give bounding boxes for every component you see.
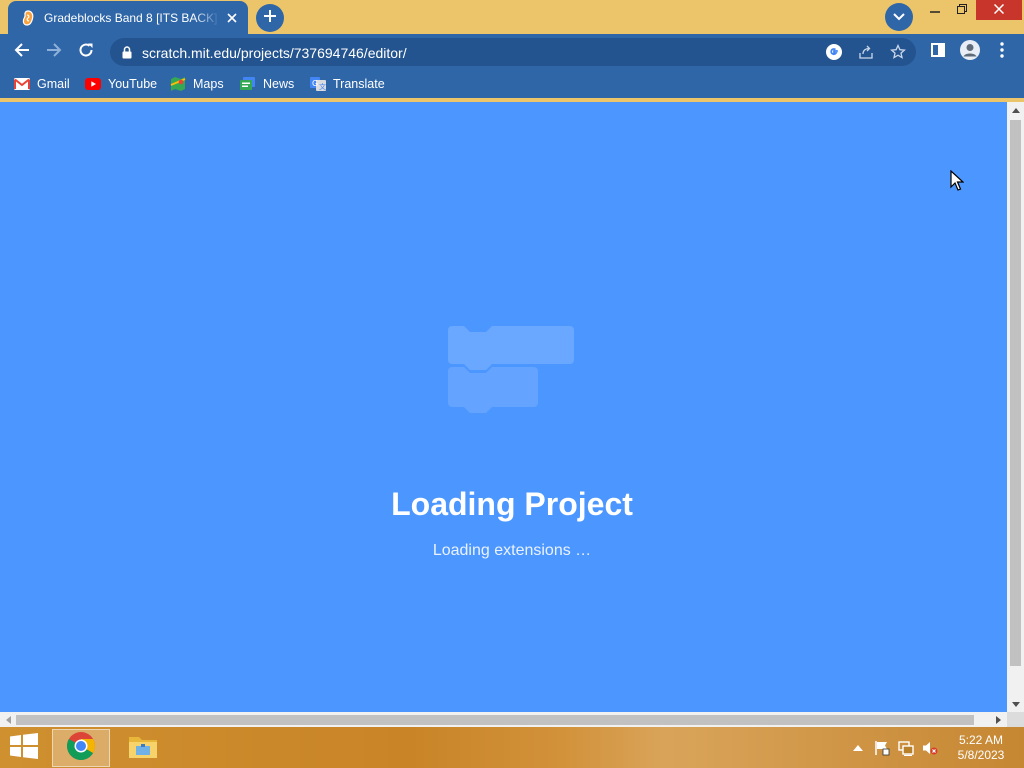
page-viewport: Loading Project Loading extensions …: [0, 102, 1007, 712]
svg-text:G: G: [312, 79, 318, 88]
forward-button[interactable]: [40, 38, 68, 66]
mouse-cursor-icon: [950, 170, 964, 191]
system-clock[interactable]: 5:22 AM 5/8/2023: [952, 733, 1010, 763]
browser-toolbar: scratch.mit.edu/projects/737694746/edito…: [0, 34, 1024, 70]
scrollbar-corner: [1007, 712, 1024, 727]
vertical-scroll-thumb[interactable]: [1010, 120, 1021, 666]
bookmark-label: Maps: [193, 77, 224, 91]
taskbar: 5:22 AM 5/8/2023: [0, 727, 1024, 768]
youtube-icon: [85, 76, 101, 92]
horizontal-scroll-thumb[interactable]: [16, 715, 974, 725]
new-tab-button[interactable]: [256, 4, 284, 32]
taskbar-chrome[interactable]: [52, 729, 110, 767]
profile-button[interactable]: [956, 38, 984, 66]
side-panel-button[interactable]: [924, 38, 952, 66]
bookmark-maps[interactable]: Maps: [170, 75, 224, 93]
bookmark-label: YouTube: [108, 77, 158, 91]
minimize-icon: [930, 1, 940, 19]
bookmarks-bar: Gmail YouTube Maps News G文 Translate: [0, 70, 1024, 98]
menu-button[interactable]: [988, 38, 1016, 66]
loading-blocks-icon: [448, 326, 574, 413]
svg-text:文: 文: [319, 82, 326, 91]
scroll-up-arrow-icon[interactable]: [1007, 102, 1024, 118]
maps-icon: [170, 76, 186, 92]
bookmark-gmail[interactable]: Gmail: [14, 75, 70, 93]
network-icon[interactable]: [898, 740, 914, 756]
bookmark-translate[interactable]: G文 Translate: [310, 75, 385, 93]
browser-tab[interactable]: Gradeblocks Band 8 [ITS BACK] on Scratch: [8, 1, 248, 34]
share-icon[interactable]: [856, 42, 876, 62]
action-center-flag-icon[interactable]: [874, 740, 890, 756]
restore-icon: [957, 1, 967, 19]
google-lens-icon[interactable]: [824, 42, 844, 62]
address-bar[interactable]: scratch.mit.edu/projects/737694746/edito…: [110, 38, 916, 66]
more-vertical-icon: [1000, 41, 1004, 63]
vertical-scrollbar[interactable]: [1007, 102, 1024, 712]
chevron-down-icon: [893, 8, 905, 26]
windows-logo-icon: [10, 732, 38, 764]
close-icon: [993, 1, 1005, 19]
gmail-icon: [14, 76, 30, 92]
chrome-icon: [66, 731, 96, 766]
loading-status: Loading extensions …: [432, 542, 592, 559]
bookmark-youtube[interactable]: YouTube: [85, 75, 157, 93]
close-window-button[interactable]: [976, 0, 1022, 20]
news-icon: [240, 76, 256, 92]
scratch-favicon-icon: [20, 9, 36, 26]
start-button[interactable]: [6, 732, 42, 764]
back-button[interactable]: [8, 38, 36, 66]
plus-icon: [263, 9, 277, 28]
reload-icon: [78, 42, 94, 63]
arrow-right-icon: [46, 42, 62, 63]
title-bar: Gradeblocks Band 8 [ITS BACK] on Scratch: [0, 0, 1024, 34]
side-panel-icon: [931, 42, 945, 62]
tab-search-button[interactable]: [885, 3, 913, 31]
horizontal-scrollbar[interactable]: [0, 712, 1007, 727]
loading-title: Loading Project: [391, 486, 633, 522]
reload-button[interactable]: [72, 38, 100, 66]
bookmark-label: Gmail: [37, 77, 70, 91]
url-text: scratch.mit.edu/projects/737694746/edito…: [142, 45, 407, 61]
scroll-down-arrow-icon[interactable]: [1007, 696, 1024, 712]
tab-close-icon[interactable]: [224, 10, 240, 26]
taskbar-file-explorer[interactable]: [114, 729, 172, 767]
file-explorer-icon: [127, 732, 159, 765]
avatar-icon: [959, 39, 981, 66]
bookmark-label: Translate: [333, 77, 385, 91]
tab-title: Gradeblocks Band 8 [ITS BACK] on Scratch: [44, 10, 220, 25]
clock-time: 5:22 AM: [958, 733, 1004, 747]
volume-muted-icon[interactable]: [922, 740, 938, 756]
show-hidden-icons-icon[interactable]: [850, 740, 866, 756]
lock-icon[interactable]: [120, 44, 134, 60]
translate-icon: G文: [310, 76, 326, 92]
bookmark-star-icon[interactable]: [888, 42, 908, 62]
clock-date: 5/8/2023: [957, 748, 1005, 762]
arrow-left-icon: [14, 42, 30, 63]
scroll-left-arrow-icon[interactable]: [0, 712, 16, 727]
scroll-right-arrow-icon[interactable]: [990, 712, 1006, 727]
bookmark-news[interactable]: News: [240, 75, 294, 93]
bookmark-label: News: [263, 77, 295, 91]
